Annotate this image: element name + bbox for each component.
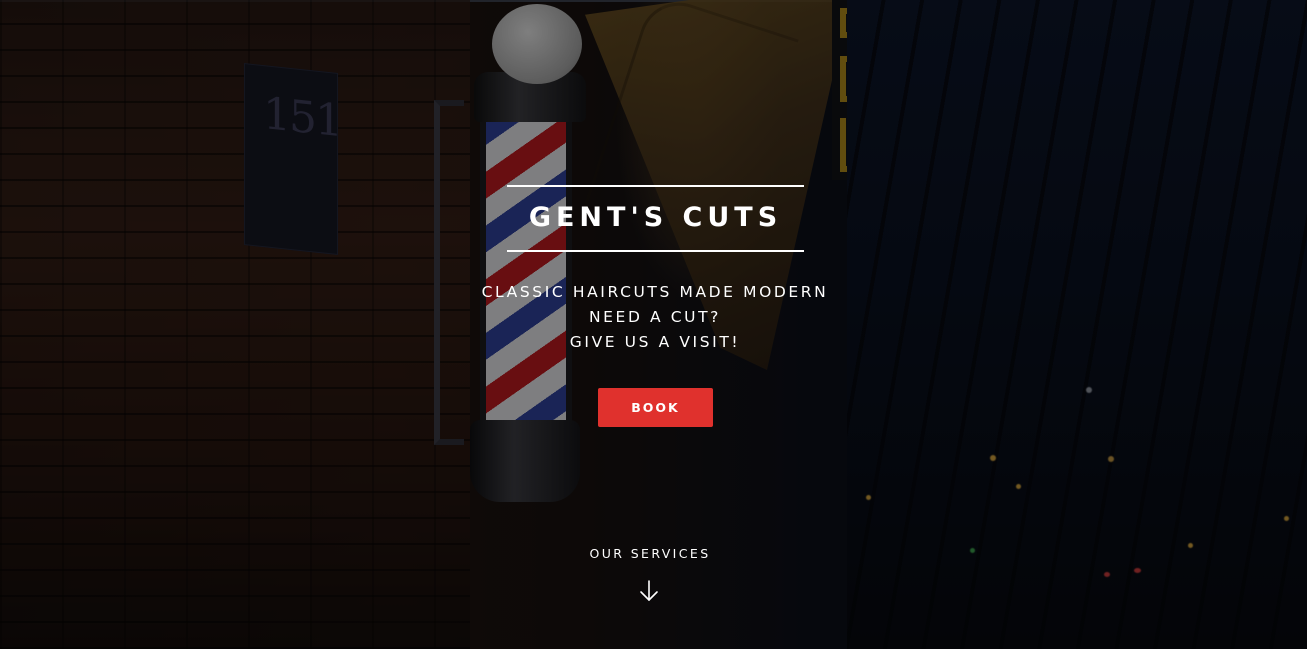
site-title: GENT'S CUTS (528, 202, 783, 233)
tagline-tertiary: GIVE US A VISIT! (569, 333, 741, 351)
title-block: GENT'S CUTS (507, 185, 804, 252)
tagline-primary: CLASSIC HAIRCUTS MADE MODERN (481, 283, 829, 301)
tagline-secondary: NEED A CUT? (588, 308, 722, 326)
tagline-group: CLASSIC HAIRCUTS MADE MODERN NEED A CUT?… (430, 280, 880, 355)
book-button[interactable]: BOOK (598, 388, 713, 427)
hero-section: 151 GENT'S CUTS CLASSIC HAIRCUTS MADE MO… (0, 0, 1307, 649)
arrow-down-icon[interactable] (638, 579, 660, 603)
our-services-link[interactable]: OUR SERVICES (570, 546, 730, 561)
